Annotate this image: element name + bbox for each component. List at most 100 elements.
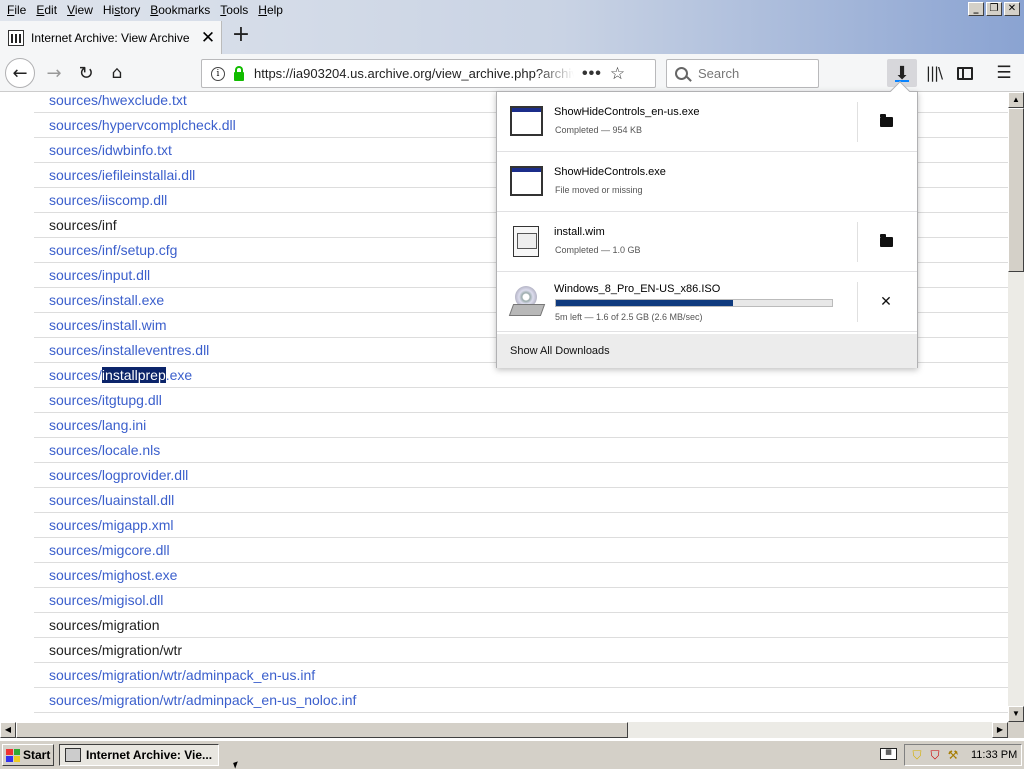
secure-lock-icon — [234, 65, 244, 81]
file-row[interactable]: sources/itgtupg.dll — [34, 388, 1008, 413]
file-row[interactable]: sources/migisol.dll — [34, 588, 1008, 613]
vertical-scrollbar[interactable]: ▲ ▼ — [1008, 92, 1024, 722]
page-actions-button[interactable]: ••• — [582, 65, 602, 83]
taskbar-window-title: Internet Archive: Vie... — [86, 748, 213, 762]
scroll-left-arrow[interactable]: ◀ — [0, 722, 16, 738]
download-item[interactable]: ShowHideControls.exe File moved or missin… — [497, 152, 917, 212]
action-divider — [857, 102, 858, 142]
windows-logo-icon — [6, 748, 20, 762]
alert-shield-icon[interactable]: ⛉ — [927, 747, 943, 763]
file-icon — [513, 226, 539, 257]
file-row[interactable]: sources/logprovider.dll — [34, 463, 1008, 488]
download-filename: ShowHideControls.exe — [554, 166, 666, 178]
download-status: Completed — 954 KB — [555, 125, 643, 135]
show-all-downloads-button[interactable]: Show All Downloads — [497, 334, 917, 368]
tab-close-icon[interactable]: ✕ — [199, 29, 217, 47]
clock: 11:33 PM — [971, 749, 1018, 761]
bookmark-star-icon[interactable]: ☆ — [610, 64, 625, 84]
action-divider — [857, 222, 858, 262]
download-item[interactable]: Windows_8_Pro_EN-US_x86.ISO 5m left — 1.6… — [497, 272, 917, 332]
address-bar[interactable]: i https://ia903204.us.archive.org/view_a… — [201, 59, 656, 88]
title-bar: File Edit View History Bookmarks Tools Help _ … — [0, 0, 1024, 54]
window-controls: _ ❐ ✕ — [968, 2, 1020, 16]
download-progress-indicator — [895, 80, 909, 82]
search-placeholder: Search — [698, 66, 740, 81]
cancel-download-button[interactable]: ✕ — [873, 292, 899, 312]
sidebar-toggle-button[interactable] — [951, 59, 979, 87]
download-status: 5m left — 1.6 of 2.5 GB (2.6 MB/sec) — [555, 312, 703, 322]
file-row[interactable]: sources/luainstall.dll — [34, 488, 1008, 513]
action-divider — [857, 282, 858, 322]
scroll-right-arrow[interactable]: ▶ — [992, 722, 1008, 738]
download-item[interactable]: ShowHideControls_en-us.exe Completed — 95… — [497, 92, 917, 152]
browser-window: File Edit View History Bookmarks Tools Help _ … — [0, 0, 1024, 740]
start-button[interactable]: Start — [2, 744, 54, 766]
downloads-panel: ShowHideControls_en-us.exe Completed — 95… — [496, 81, 918, 368]
url-text[interactable]: https://ia903204.us.archive.org/view_arc… — [254, 66, 574, 81]
scroll-up-arrow[interactable]: ▲ — [1008, 92, 1024, 108]
download-filename: ShowHideControls_en-us.exe — [554, 106, 700, 118]
file-row[interactable]: sources/migration/wtr/adminpack_en-us.in… — [34, 663, 1008, 688]
download-filename: Windows_8_Pro_EN-US_x86.ISO — [554, 283, 721, 295]
close-window-button[interactable]: ✕ — [1004, 2, 1020, 16]
menu-item[interactable]: File — [2, 3, 31, 17]
sidebar-icon — [957, 66, 973, 80]
new-tab-button[interactable]: + — [230, 24, 252, 48]
menu-item[interactable]: History — [98, 3, 145, 17]
hamburger-menu-button[interactable]: ☰ — [990, 59, 1018, 87]
reload-button[interactable]: ↻ — [72, 59, 100, 87]
menu-item[interactable]: Edit — [31, 3, 62, 17]
file-row[interactable]: sources/lang.ini — [34, 413, 1008, 438]
keyboard-icon[interactable]: ▦ — [880, 748, 897, 760]
window-icon — [510, 166, 543, 196]
open-folder-button[interactable] — [873, 112, 899, 132]
menu-item[interactable]: View — [62, 3, 98, 17]
taskbar-window-button[interactable]: Internet Archive: Vie... — [59, 744, 219, 766]
system-tray: ⛉ ⛉ ⚒ 11:33 PM — [904, 744, 1022, 766]
folder-icon — [879, 114, 893, 127]
search-input[interactable]: Search — [666, 59, 819, 88]
progress-fill — [556, 300, 733, 306]
window-icon — [510, 106, 543, 136]
download-status: Completed — 1.0 GB — [555, 245, 641, 255]
download-item[interactable]: install.wim Completed — 1.0 GB — [497, 212, 917, 272]
disc-icon — [508, 286, 546, 318]
file-row[interactable]: sources/locale.nls — [34, 438, 1008, 463]
home-button[interactable]: ⌂ — [103, 59, 131, 87]
search-icon — [675, 67, 688, 80]
security-shield-icon[interactable]: ⛉ — [909, 747, 925, 763]
tab-active[interactable]: Internet Archive: View Archive ✕ — [0, 21, 222, 54]
download-status: File moved or missing — [555, 185, 643, 195]
open-folder-button[interactable] — [873, 232, 899, 252]
back-button[interactable]: ← — [5, 58, 35, 88]
restore-button[interactable]: ❐ — [986, 2, 1002, 16]
archive-favicon-icon — [8, 29, 24, 46]
site-info-icon[interactable]: i — [211, 66, 225, 81]
file-row[interactable]: sources/migcore.dll — [34, 538, 1008, 563]
network-tool-icon[interactable]: ⚒ — [945, 747, 961, 763]
tab-title: Internet Archive: View Archive — [31, 30, 190, 45]
file-row[interactable]: sources/migration/wtr/adminpack_en-us_no… — [34, 688, 1008, 713]
horizontal-scrollbar[interactable]: ◀ ▶ — [0, 722, 1008, 738]
scrollbar-corner — [1008, 722, 1024, 738]
folder-icon — [879, 234, 893, 247]
menu-item[interactable]: Bookmarks — [145, 3, 215, 17]
forward-button[interactable]: → — [40, 59, 68, 87]
horizontal-scroll-thumb[interactable] — [16, 722, 628, 738]
navigation-toolbar: ← → ↻ ⌂ i https://ia903204.us.archive.or… — [0, 54, 1024, 92]
download-filename: install.wim — [554, 226, 605, 238]
firefox-window-icon — [65, 748, 81, 762]
minimize-button[interactable]: _ — [968, 2, 984, 16]
file-row: sources/migration — [34, 613, 1008, 638]
library-button[interactable]: |||\ — [920, 59, 948, 87]
file-row[interactable]: sources/migapp.xml — [34, 513, 1008, 538]
download-progress-bar — [555, 299, 833, 307]
vertical-scroll-thumb[interactable] — [1008, 108, 1024, 272]
start-label: Start — [23, 748, 51, 762]
scroll-down-arrow[interactable]: ▼ — [1008, 706, 1024, 722]
menu-bar: File Edit View History Bookmarks Tools Help — [0, 0, 288, 20]
menu-item[interactable]: Help — [253, 3, 288, 17]
file-row[interactable]: sources/mighost.exe — [34, 563, 1008, 588]
menu-item[interactable]: Tools — [215, 3, 253, 17]
file-row: sources/migration/wtr — [34, 638, 1008, 663]
